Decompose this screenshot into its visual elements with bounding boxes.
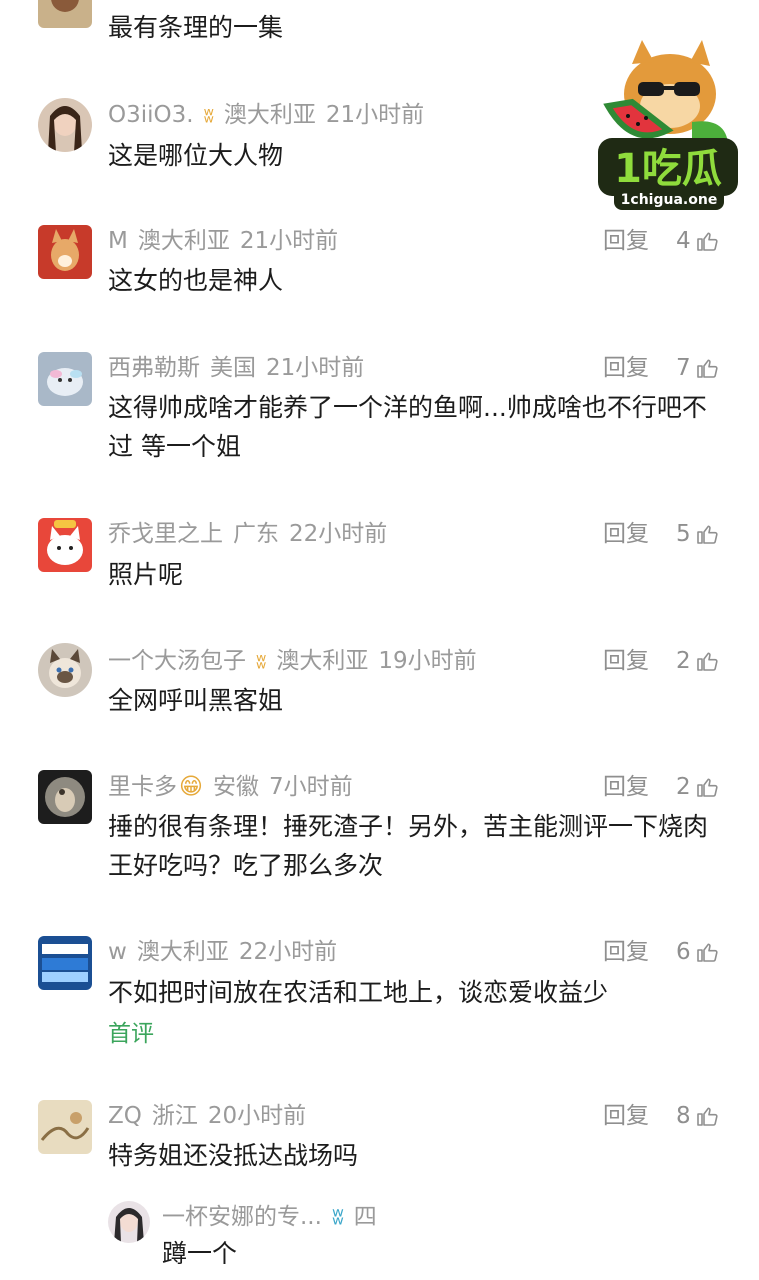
- thumbs-up-icon: [696, 943, 718, 962]
- thumbs-up-icon: [696, 778, 718, 797]
- comment-username[interactable]: w: [108, 939, 127, 965]
- avatar[interactable]: [38, 936, 92, 990]
- comment-meta: 里卡多😁 安徽 7小时前: [108, 773, 363, 801]
- like-button[interactable]: 2: [676, 647, 719, 675]
- reply-username[interactable]: 一杯安娜的专...: [162, 1204, 322, 1230]
- comment-username[interactable]: 乔戈里之上: [108, 521, 223, 547]
- comment-time: 22小时前: [289, 521, 388, 547]
- comment-location: 安徽: [212, 774, 259, 800]
- avatar[interactable]: [38, 1100, 92, 1154]
- thumbs-up-icon: [696, 359, 718, 378]
- grin-emoji-icon: 😁: [179, 774, 203, 800]
- comment-location: 浙江: [151, 1103, 198, 1129]
- comment-time: 21小时前: [325, 102, 425, 128]
- comment-text: 这女的也是神人: [108, 266, 284, 295]
- user-badge-icon: ʬ: [331, 1204, 344, 1230]
- thumbs-up-icon: [696, 652, 718, 671]
- comment-list: 最有条理的一集 1吃瓜 1chigua.one O3iiO3. ʬ 澳大利亚 2…: [0, 0, 759, 1280]
- comment-username[interactable]: 西弗勒斯: [108, 355, 200, 381]
- like-button[interactable]: 4: [676, 227, 719, 255]
- reply-button[interactable]: 回复: [603, 520, 649, 548]
- like-count: 4: [676, 228, 691, 254]
- site-watermark-logo: 1吃瓜 1chigua.one: [592, 36, 742, 214]
- comment-meta: O3iiO3. ʬ 澳大利亚 21小时前: [108, 101, 434, 129]
- reply-button[interactable]: 回复: [603, 354, 649, 382]
- comment-meta: 西弗勒斯 美国 21小时前: [108, 354, 374, 382]
- thumbs-up-icon: [696, 232, 718, 251]
- comment-time: 20小时前: [207, 1103, 307, 1129]
- comment-location: 澳大利亚: [223, 102, 316, 128]
- avatar[interactable]: [38, 518, 92, 572]
- comment-username[interactable]: ZQ: [108, 1103, 142, 1129]
- like-count: 5: [676, 521, 691, 547]
- comment-username[interactable]: M: [108, 228, 128, 254]
- reply-button[interactable]: 回复: [603, 227, 649, 255]
- comment-time: 21小时前: [266, 355, 365, 381]
- comment-text: 不如把时间放在农活和工地上，谈恋爱收益少: [108, 978, 609, 1007]
- comment-location: 广东: [233, 521, 279, 547]
- comment-location: 美国: [210, 355, 256, 381]
- reply-button[interactable]: 回复: [603, 938, 649, 966]
- reply-meta: 一杯安娜的专... ʬ 四: [162, 1203, 377, 1231]
- like-count: 2: [676, 648, 691, 674]
- comment-text: 捶的很有条理！捶死渣子！另外，苦主能测评一下烧肉王好吃吗？吃了那么多次: [108, 812, 709, 880]
- comment-time: 7小时前: [268, 774, 353, 800]
- comment-meta: w 澳大利亚 22小时前: [108, 938, 347, 966]
- like-button[interactable]: 8: [676, 1102, 719, 1130]
- like-button[interactable]: 6: [676, 938, 719, 966]
- comment-location: 澳大利亚: [136, 939, 229, 965]
- comment-meta: M 澳大利亚 21小时前: [108, 227, 348, 255]
- thumbs-up-icon: [696, 1107, 718, 1126]
- comment-text: 这得帅成啥才能养了一个洋的鱼啊...帅成啥也不行吧不过 等一个姐: [108, 393, 707, 461]
- thumbs-up-icon: [696, 525, 718, 544]
- comment-location: 澳大利亚: [137, 228, 230, 254]
- like-button[interactable]: 7: [676, 354, 719, 382]
- like-count: 8: [676, 1103, 691, 1129]
- reply-location: 四: [353, 1204, 377, 1230]
- reply-text: 蹲一个: [162, 1239, 238, 1268]
- user-badge-icon: ʬ: [203, 103, 214, 127]
- comment-text: 这是哪位大人物: [108, 141, 284, 170]
- comment-meta: 乔戈里之上 广东 22小时前: [108, 520, 397, 548]
- comment-meta: 一个大汤包子 ʬ 澳大利亚 19小时前: [108, 647, 487, 675]
- like-count: 7: [676, 355, 691, 381]
- comment-location: 澳大利亚: [276, 648, 369, 674]
- like-count: 2: [676, 774, 691, 800]
- blurred-region: [395, 1130, 759, 1240]
- reply-button[interactable]: 回复: [603, 773, 649, 801]
- like-count: 6: [676, 939, 691, 965]
- comment-time: 21小时前: [239, 228, 339, 254]
- first-comment-tag: 首评: [108, 1021, 154, 1047]
- avatar[interactable]: [38, 225, 92, 279]
- avatar[interactable]: [38, 770, 92, 824]
- comment-username[interactable]: 一个大汤包子: [108, 648, 246, 674]
- avatar[interactable]: [38, 352, 92, 406]
- comment-username[interactable]: O3iiO3.: [108, 102, 194, 128]
- comment-username[interactable]: 里卡多: [108, 774, 177, 800]
- avatar[interactable]: [38, 643, 92, 697]
- svg-text:1chigua.one: 1chigua.one: [621, 192, 718, 208]
- avatar[interactable]: [108, 1201, 150, 1243]
- comment-time: 19小时前: [378, 648, 477, 674]
- user-badge-icon: ʬ: [256, 649, 267, 673]
- like-button[interactable]: 5: [676, 520, 719, 548]
- avatar[interactable]: [38, 98, 92, 152]
- reply-button[interactable]: 回复: [603, 1102, 649, 1130]
- reply-button[interactable]: 回复: [603, 647, 649, 675]
- comment-time: 22小时前: [238, 939, 338, 965]
- comment-meta: ZQ 浙江 20小时前: [108, 1102, 316, 1130]
- comment-text: 全网呼叫黑客姐: [108, 686, 284, 715]
- avatar[interactable]: [38, 0, 92, 28]
- comment-text: 照片呢: [108, 560, 184, 589]
- like-button[interactable]: 2: [676, 773, 719, 801]
